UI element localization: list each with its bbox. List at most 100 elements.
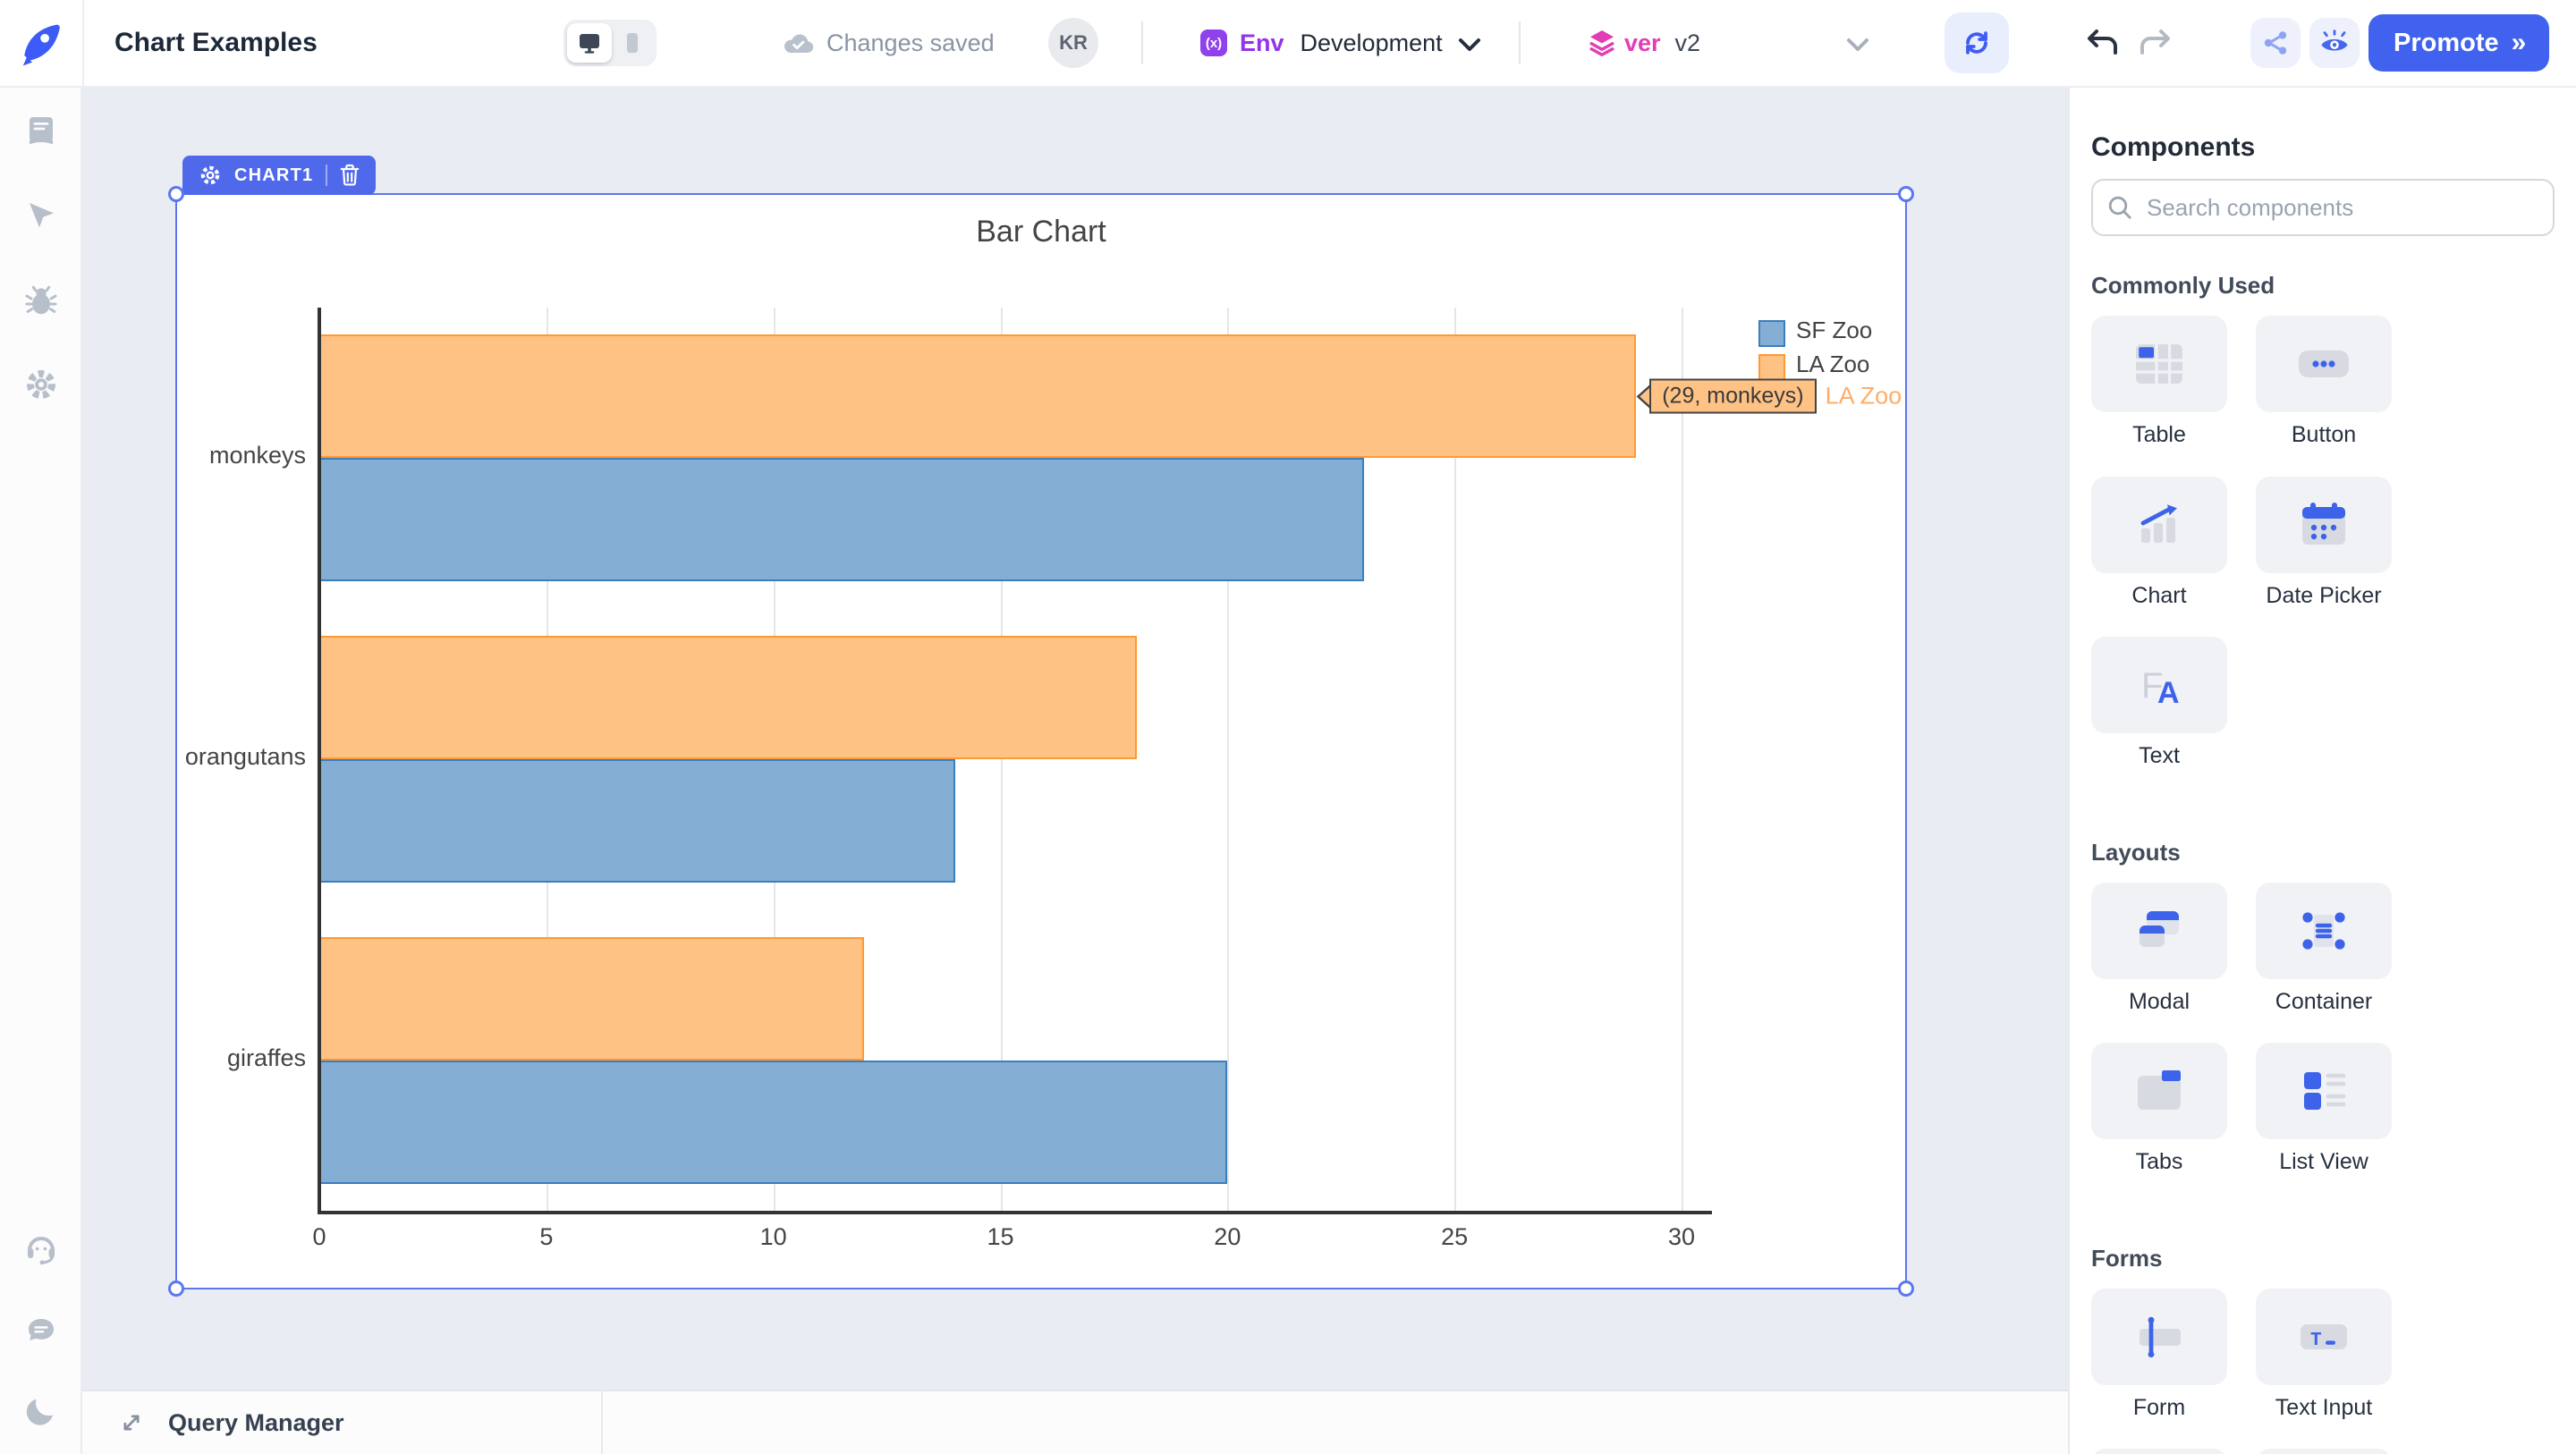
component-item-tabs[interactable]: Tabs <box>2091 1043 2227 1175</box>
component-settings-gear-icon[interactable] <box>199 164 222 187</box>
component-item-chart[interactable]: Chart <box>2091 477 2227 609</box>
legend-label-sf-zoo[interactable]: SF Zoo <box>1796 317 1872 344</box>
editor-canvas[interactable]: CHART1 Bar Chart051015202530monkeysorang… <box>82 86 2068 1454</box>
x-axis-line <box>318 1211 1712 1214</box>
x-tick-label: 0 <box>284 1223 355 1251</box>
redo-button[interactable] <box>2140 29 2172 55</box>
component-item-password-input[interactable]: Password Input <box>2256 1449 2392 1454</box>
y-category-label: orangutans <box>177 743 306 771</box>
left-sidebar <box>0 86 82 1454</box>
chart-hover-tooltip: (29, monkeys) LA Zoo <box>1636 379 1902 414</box>
selected-chart-component[interactable]: CHART1 Bar Chart051015202530monkeysorang… <box>175 193 1907 1289</box>
header-divider <box>1141 21 1143 64</box>
version-value: v2 <box>1675 30 1701 57</box>
mobile-toggle-button[interactable] <box>612 32 653 54</box>
resize-handle-top-left[interactable] <box>168 186 184 202</box>
tag-divider <box>326 165 327 186</box>
svg-text:T: T <box>2310 1331 2322 1351</box>
preview-button[interactable] <box>2309 18 2360 68</box>
debug-icon[interactable] <box>25 284 57 317</box>
section-label: Layouts <box>2091 839 2555 866</box>
header-divider <box>82 0 84 86</box>
desktop-toggle-button[interactable] <box>567 23 612 63</box>
support-icon[interactable] <box>25 1232 57 1264</box>
promote-button[interactable]: Promote » <box>2368 14 2549 72</box>
component-item-table[interactable]: Table <box>2091 316 2227 448</box>
bar-la-zoo-orangutans[interactable] <box>319 636 1137 759</box>
container-icon <box>2297 908 2351 954</box>
section-label: Commonly Used <box>2091 272 2555 300</box>
tooltip-text: (29, monkeys) <box>1649 379 1816 414</box>
component-item-container[interactable]: Container <box>2256 883 2392 1015</box>
resize-handle-top-right[interactable] <box>1898 186 1914 202</box>
resize-handle-bottom-right[interactable] <box>1898 1281 1914 1297</box>
share-button[interactable] <box>2250 18 2301 68</box>
component-item-text-input[interactable]: T Text Input <box>2256 1289 2392 1421</box>
pointer-icon[interactable] <box>25 199 57 231</box>
header-divider <box>1519 21 1521 64</box>
chat-icon[interactable] <box>25 1315 57 1347</box>
desktop-icon <box>578 32 601 54</box>
device-toggle[interactable] <box>564 20 657 66</box>
x-tick-label: 30 <box>1646 1223 1717 1251</box>
component-item-form[interactable]: Form <box>2091 1289 2227 1421</box>
component-item-modal[interactable]: Modal <box>2091 883 2227 1015</box>
bar-sf-zoo-orangutans[interactable] <box>319 759 955 883</box>
app-builder: Chart Examples Changes saved KR <box>0 0 2576 1454</box>
component-item-date-picker[interactable]: Date Picker <box>2256 477 2392 609</box>
y-axis-line <box>318 308 321 1211</box>
delete-trash-icon[interactable] <box>340 164 360 187</box>
resize-handle-bottom-left[interactable] <box>168 1281 184 1297</box>
component-item-list-view[interactable]: List View <box>2256 1043 2392 1175</box>
bar-sf-zoo-monkeys[interactable] <box>319 458 1364 581</box>
chart-title: Bar Chart <box>177 215 1905 249</box>
environment-selector[interactable]: (x) Env Development <box>1200 0 1443 86</box>
date-picker-icon <box>2299 502 2349 548</box>
tooltip-series-name: LA Zoo <box>1826 383 1902 410</box>
env-badge-icon: (x) <box>1200 30 1227 56</box>
text-icon: F A <box>2132 660 2186 710</box>
component-tag-label: CHART1 <box>234 165 313 186</box>
share-icon <box>2262 30 2289 56</box>
bar-sf-zoo-giraffes[interactable] <box>319 1061 1227 1184</box>
pages-icon[interactable] <box>25 114 57 147</box>
component-search[interactable] <box>2091 179 2555 236</box>
save-status: Changes saved <box>784 0 995 86</box>
bar-la-zoo-giraffes[interactable] <box>319 937 864 1061</box>
x-tick-label: 10 <box>738 1223 809 1251</box>
refresh-icon <box>1962 29 1991 57</box>
bar-la-zoo-monkeys[interactable] <box>319 334 1636 458</box>
query-manager-label: Query Manager <box>168 1409 344 1437</box>
refresh-button[interactable] <box>1945 13 2009 73</box>
component-tag[interactable]: CHART1 <box>182 156 376 195</box>
list-view-icon <box>2299 1068 2349 1114</box>
legend-label-la-zoo[interactable]: LA Zoo <box>1796 351 1869 378</box>
app-logo-rocket-icon[interactable] <box>14 16 68 70</box>
bar-chart[interactable]: Bar Chart051015202530monkeysorangutansgi… <box>177 195 1905 1288</box>
env-chevron-down-icon[interactable] <box>1458 38 1481 52</box>
search-input[interactable] <box>2143 192 2538 224</box>
commonly-used-grid: Table Button Chart <box>2091 316 2555 769</box>
y-category-label: giraffes <box>177 1044 306 1072</box>
x-tick-label: 15 <box>965 1223 1037 1251</box>
query-manager-toggle[interactable]: Query Manager <box>82 1391 603 1454</box>
search-icon <box>2107 195 2132 220</box>
component-item-number-input[interactable]: 1 Number Input <box>2091 1449 2227 1454</box>
undo-button[interactable] <box>2086 29 2118 55</box>
components-panel-title: Components <box>2091 132 2555 163</box>
components-panel: Components Commonly Used Table <box>2068 86 2576 1454</box>
dark-mode-moon-icon[interactable] <box>25 1395 57 1427</box>
legend-swatch-la-zoo[interactable] <box>1758 354 1785 381</box>
component-item-button[interactable]: Button <box>2256 316 2392 448</box>
table-icon <box>2132 339 2186 389</box>
legend-swatch-sf-zoo[interactable] <box>1758 320 1785 347</box>
component-item-text[interactable]: F A Text <box>2091 637 2227 769</box>
version-layers-icon <box>1589 29 1615 57</box>
settings-gear-icon[interactable] <box>25 368 57 401</box>
avatar[interactable]: KR <box>1048 18 1098 68</box>
version-selector[interactable]: ver v2 <box>1589 0 1700 86</box>
version-chevron-down-icon[interactable] <box>1846 38 1869 52</box>
version-label: ver <box>1624 30 1661 57</box>
text-input-icon: T <box>2297 1314 2351 1360</box>
save-status-text: Changes saved <box>826 30 995 57</box>
